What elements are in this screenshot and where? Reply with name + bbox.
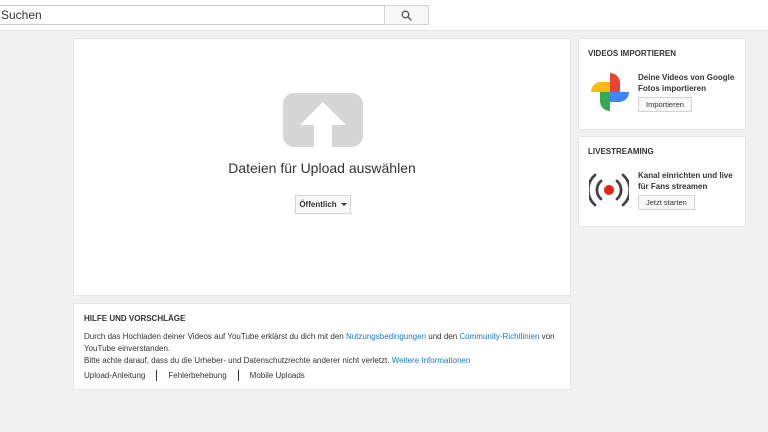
import-button[interactable]: Importieren	[638, 97, 692, 112]
help-text-part: Durch das Hochladen deiner Videos auf Yo…	[84, 332, 346, 341]
start-livestream-button[interactable]: Jetzt starten	[638, 195, 695, 210]
import-text: Deine Videos von Google Fotos importiere…	[638, 73, 735, 93]
divider	[237, 370, 239, 381]
help-text: Durch das Hochladen deiner Videos auf Yo…	[84, 331, 562, 367]
upload-title[interactable]: Dateien für Upload auswählen	[74, 160, 570, 176]
livestream-text: Kanal einrichten und live für Fans strea…	[638, 171, 733, 191]
live-broadcast-icon	[589, 173, 629, 207]
livestream-title: LIVESTREAMING	[588, 147, 654, 156]
chevron-down-icon	[340, 203, 347, 206]
help-panel: HILFE UND VORSCHLÄGE Durch das Hochladen…	[73, 303, 571, 390]
livestreaming-panel: LIVESTREAMING Kanal einrichten und live …	[578, 136, 746, 227]
community-guidelines-link[interactable]: Community-Richtlinien	[459, 332, 539, 341]
terms-link[interactable]: Nutzungsbedingungen	[346, 332, 426, 341]
help-links: Upload-Anleitung Fehlerbehebung Mobile U…	[84, 370, 305, 381]
search-button[interactable]	[384, 5, 429, 25]
upload-panel: Dateien für Upload auswählen Öffentlich	[73, 38, 571, 296]
privacy-label: Öffentlich	[299, 200, 337, 209]
import-title: VIDEOS IMPORTIEREN	[588, 49, 677, 58]
search-input[interactable]	[0, 5, 384, 25]
upload-guide-link[interactable]: Upload-Anleitung	[84, 371, 145, 380]
troubleshooting-link[interactable]: Fehlerbehebung	[168, 371, 226, 380]
help-text-part: Bitte achte darauf, dass du die Urheber-…	[84, 356, 392, 365]
privacy-dropdown[interactable]: Öffentlich	[295, 195, 351, 214]
mobile-uploads-link[interactable]: Mobile Uploads	[250, 371, 305, 380]
divider	[156, 370, 158, 381]
upload-arrow-icon[interactable]	[283, 93, 363, 147]
more-info-link[interactable]: Weitere Informationen	[392, 356, 471, 365]
top-bar	[0, 0, 768, 31]
google-photos-icon	[591, 73, 629, 111]
search-icon	[401, 10, 412, 21]
help-title: HILFE UND VORSCHLÄGE	[84, 314, 186, 323]
import-videos-panel: VIDEOS IMPORTIEREN Deine Videos von Goog…	[578, 38, 746, 130]
help-text-part: und den	[426, 332, 460, 341]
